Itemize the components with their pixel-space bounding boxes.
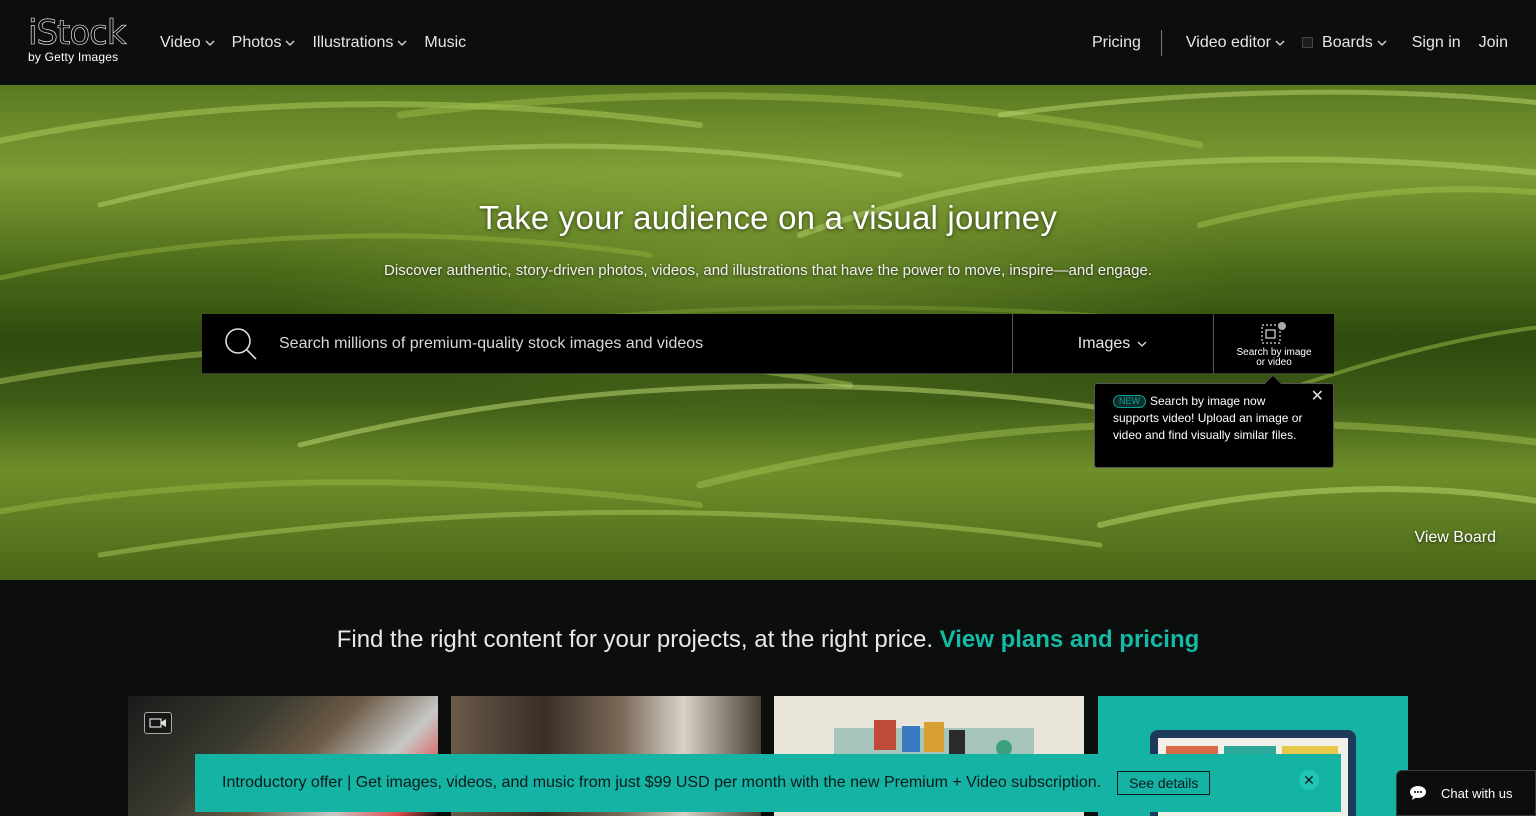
nav-boards[interactable]: Boards bbox=[1302, 34, 1388, 52]
chat-label: Chat with us bbox=[1441, 785, 1513, 801]
sign-in-label: Sign in bbox=[1411, 33, 1461, 51]
nav-photos-label: Photos bbox=[231, 33, 282, 51]
search-by-image-tooltip: NEW Search by image now supports video! U… bbox=[1094, 374, 1334, 468]
offer-text: Introductory offer | Get images, videos,… bbox=[222, 774, 1102, 791]
offer-close-icon[interactable]: ✕ bbox=[1299, 770, 1319, 790]
search-by-image-label: Search by image or video bbox=[1236, 346, 1312, 368]
chevron-down-icon bbox=[205, 40, 215, 46]
offer-banner: Introductory offer | Get images, videos,… bbox=[195, 754, 1341, 812]
image-search-icon bbox=[1261, 321, 1286, 344]
sign-in-link[interactable]: Sign in bbox=[1412, 34, 1461, 52]
chevron-down-icon bbox=[397, 40, 407, 46]
page: iStock by Getty Images Video Photos Illu… bbox=[0, 0, 1536, 816]
nav-pricing-label: Pricing bbox=[1092, 33, 1141, 51]
nav-illustrations[interactable]: Illustrations bbox=[312, 34, 408, 52]
media-type-label: Images bbox=[1077, 335, 1131, 352]
board-icon bbox=[1302, 37, 1314, 48]
nav-music-label: Music bbox=[424, 33, 467, 51]
nav-boards-label: Boards bbox=[1322, 33, 1373, 51]
hero-banner: Take your audience on a visual journey D… bbox=[0, 85, 1536, 580]
nav-photos[interactable]: Photos bbox=[232, 34, 297, 52]
pricing-promo: Find the right content for your projects… bbox=[0, 626, 1536, 654]
pricing-promo-text: Find the right content for your projects… bbox=[336, 626, 933, 653]
nav-video[interactable]: Video bbox=[160, 34, 216, 52]
view-plans-link[interactable]: View plans and pricing bbox=[940, 626, 1200, 653]
media-type-select[interactable]: Images bbox=[1012, 314, 1213, 374]
chevron-down-icon bbox=[1377, 40, 1387, 46]
view-board-link[interactable]: View Board bbox=[1414, 529, 1496, 547]
tooltip-close-icon[interactable]: ✕ bbox=[1311, 388, 1324, 405]
nav-music[interactable]: Music bbox=[424, 34, 466, 52]
top-header: iStock by Getty Images Video Photos Illu… bbox=[0, 0, 1536, 85]
hero-title: Take your audience on a visual journey bbox=[478, 199, 1058, 236]
hero-subtitle: Discover authentic, story-driven photos,… bbox=[384, 262, 1152, 279]
join-label: Join bbox=[1478, 33, 1508, 51]
chat-widget-button[interactable]: Chat with us bbox=[1396, 770, 1536, 816]
chevron-down-icon bbox=[1137, 341, 1147, 347]
main-nav: Video Photos Illustrations Music bbox=[160, 0, 482, 85]
istock-logo[interactable]: iStock by Getty Images bbox=[28, 16, 138, 68]
logo-brand: iStock bbox=[28, 13, 127, 53]
nav-video-editor-label: Video editor bbox=[1185, 33, 1272, 51]
see-details-button[interactable]: See details bbox=[1117, 771, 1211, 795]
search-input[interactable] bbox=[279, 314, 1012, 374]
search-bar: Images Search by image or video bbox=[202, 314, 1334, 374]
chat-bubble-icon bbox=[1410, 786, 1426, 800]
search-by-image-button[interactable]: Search by image or video bbox=[1213, 314, 1334, 374]
nav-illustrations-label: Illustrations bbox=[312, 33, 394, 51]
nav-divider bbox=[1160, 29, 1162, 56]
new-badge: NEW bbox=[1113, 395, 1146, 408]
video-camera-icon bbox=[144, 712, 172, 734]
account-nav: Pricing Video editor Boards Sign in Join bbox=[1068, 0, 1508, 85]
chevron-down-icon bbox=[1275, 40, 1285, 46]
search-icon bbox=[224, 328, 257, 360]
nav-pricing[interactable]: Pricing bbox=[1092, 34, 1141, 52]
join-link[interactable]: Join bbox=[1479, 34, 1508, 52]
chevron-down-icon bbox=[285, 40, 295, 46]
nav-video-editor[interactable]: Video editor bbox=[1186, 34, 1286, 52]
nav-video-label: Video bbox=[160, 33, 201, 51]
search-button[interactable] bbox=[202, 314, 279, 374]
